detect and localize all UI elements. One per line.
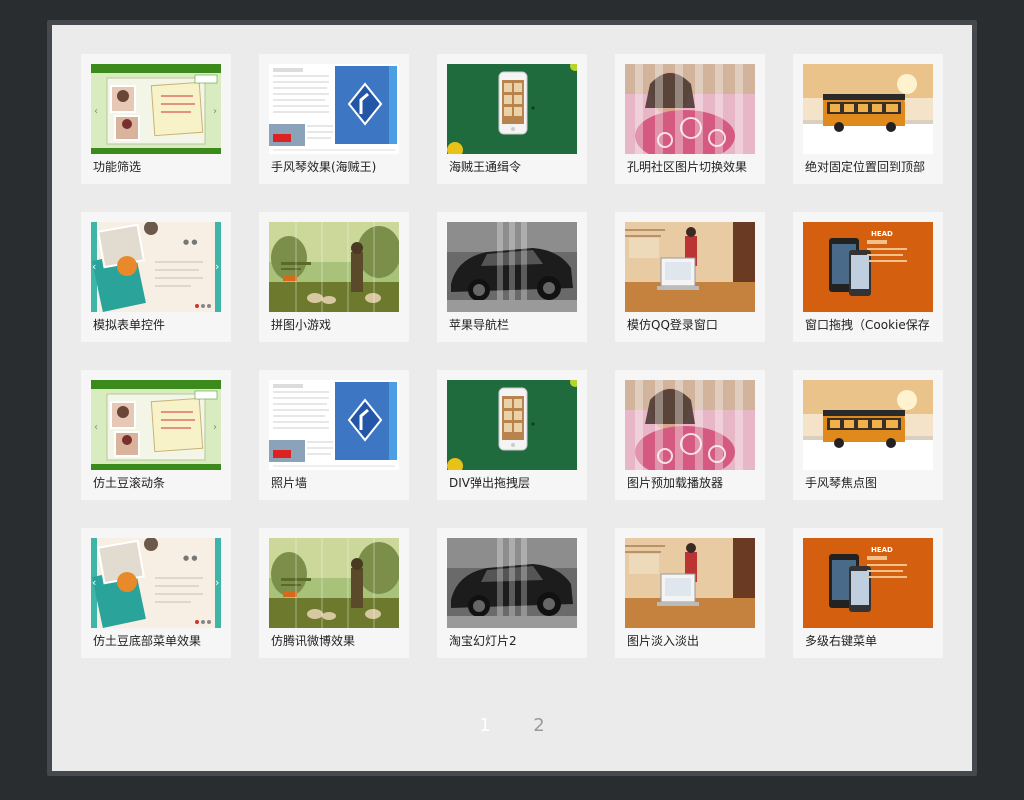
page-link-2[interactable]: 2 bbox=[512, 715, 566, 736]
thumbnail-card[interactable]: 仿腾讯微博效果 bbox=[259, 528, 409, 658]
thumbnail-image[interactable] bbox=[625, 380, 755, 470]
svg-text:‹: ‹ bbox=[94, 422, 98, 433]
svg-text:‹: ‹ bbox=[92, 576, 96, 589]
thumbnail-card[interactable]: 照片墙 bbox=[259, 370, 409, 500]
thumbnail-title[interactable]: 模仿QQ登录窗口 bbox=[627, 316, 761, 334]
thumbnail-card[interactable]: ‹ › 仿土豆滚动条 bbox=[81, 370, 231, 500]
thumbnail-image[interactable] bbox=[269, 64, 399, 154]
thumbnail-card[interactable]: DIV弹出拖拽层 bbox=[437, 370, 587, 500]
thumbnail-title[interactable]: 图片淡入淡出 bbox=[627, 632, 761, 650]
thumbnail-image[interactable] bbox=[447, 222, 577, 312]
thumbnail-title[interactable]: 图片预加载播放器 bbox=[627, 474, 761, 492]
thumbnail-card[interactable]: 手风琴效果(海贼王) bbox=[259, 54, 409, 184]
svg-text:‹: ‹ bbox=[92, 260, 96, 273]
thumbnail-title[interactable]: 功能筛选 bbox=[93, 158, 227, 176]
thumbnail-image[interactable]: ‹ › bbox=[91, 64, 221, 154]
thumbnail-image[interactable]: HEAD bbox=[803, 222, 933, 312]
thumbnail-image[interactable] bbox=[269, 380, 399, 470]
thumbnail-image[interactable] bbox=[447, 538, 577, 628]
pagination: 12 bbox=[52, 715, 972, 736]
thumbnail-title[interactable]: 手风琴效果(海贼王) bbox=[271, 158, 405, 176]
thumbnail-title[interactable]: 模拟表单控件 bbox=[93, 316, 227, 334]
thumbnail-image[interactable] bbox=[803, 64, 933, 154]
thumbnail-image[interactable] bbox=[625, 538, 755, 628]
thumbnail-card[interactable]: 拼图小游戏 bbox=[259, 212, 409, 342]
svg-text:HEAD: HEAD bbox=[871, 230, 893, 238]
svg-text:›: › bbox=[213, 422, 217, 433]
thumbnail-title[interactable]: 孔明社区图片切换效果 bbox=[627, 158, 761, 176]
thumbnail-title[interactable]: 淘宝幻灯片2 bbox=[449, 632, 583, 650]
svg-text:›: › bbox=[215, 260, 219, 273]
thumbnail-card[interactable]: 图片淡入淡出 bbox=[615, 528, 765, 658]
thumbnail-title[interactable]: 手风琴焦点图 bbox=[805, 474, 939, 492]
thumbnail-image[interactable] bbox=[447, 380, 577, 470]
svg-text:›: › bbox=[215, 576, 219, 589]
thumbnail-card[interactable]: HEAD 多级右键菜单 bbox=[793, 528, 943, 658]
svg-text:‹: ‹ bbox=[94, 106, 98, 117]
thumbnail-card[interactable]: 模仿QQ登录窗口 bbox=[615, 212, 765, 342]
thumbnail-card[interactable]: 孔明社区图片切换效果 bbox=[615, 54, 765, 184]
thumbnail-card[interactable]: 苹果导航栏 bbox=[437, 212, 587, 342]
thumbnail-image[interactable]: ● ● ‹ › bbox=[91, 222, 221, 312]
thumbnail-title[interactable]: 窗口拖拽（Cookie保存 bbox=[805, 316, 939, 334]
svg-text:● ●: ● ● bbox=[183, 238, 197, 246]
gallery-panel: ‹ › 功能筛选 手风琴效果(海贼王) 海贼王通缉令 孔明社区图片切换效果 绝对固定位置回到… bbox=[52, 25, 972, 771]
thumbnail-card[interactable]: ● ● ‹ › 仿土豆底部菜单效果 bbox=[81, 528, 231, 658]
thumbnail-title[interactable]: 仿腾讯微博效果 bbox=[271, 632, 405, 650]
thumbnail-image[interactable] bbox=[625, 64, 755, 154]
thumbnail-card[interactable]: 绝对固定位置回到顶部 bbox=[793, 54, 943, 184]
thumbnail-title[interactable]: DIV弹出拖拽层 bbox=[449, 474, 583, 492]
thumbnail-image[interactable] bbox=[269, 222, 399, 312]
thumbnail-image[interactable] bbox=[269, 538, 399, 628]
thumbnail-card[interactable]: HEAD 窗口拖拽（Cookie保存 bbox=[793, 212, 943, 342]
thumbnail-title[interactable]: 仿土豆底部菜单效果 bbox=[93, 632, 227, 650]
svg-text:● ●: ● ● bbox=[183, 554, 197, 562]
thumbnail-card[interactable]: 图片预加载播放器 bbox=[615, 370, 765, 500]
thumbnail-title[interactable]: 仿土豆滚动条 bbox=[93, 474, 227, 492]
thumbnail-title[interactable]: 绝对固定位置回到顶部 bbox=[805, 158, 939, 176]
thumbnail-card[interactable]: ● ● ‹ › 模拟表单控件 bbox=[81, 212, 231, 342]
thumbnail-title[interactable]: 苹果导航栏 bbox=[449, 316, 583, 334]
thumbnail-image[interactable] bbox=[447, 64, 577, 154]
thumbnail-card[interactable]: 手风琴焦点图 bbox=[793, 370, 943, 500]
thumbnail-title[interactable]: 拼图小游戏 bbox=[271, 316, 405, 334]
thumbnail-image[interactable] bbox=[803, 380, 933, 470]
page-link-1[interactable]: 1 bbox=[458, 715, 512, 736]
thumbnail-image[interactable]: HEAD bbox=[803, 538, 933, 628]
thumbnail-card[interactable]: 海贼王通缉令 bbox=[437, 54, 587, 184]
thumbnail-title[interactable]: 多级右键菜单 bbox=[805, 632, 939, 650]
svg-text:›: › bbox=[213, 106, 217, 117]
thumbnail-title[interactable]: 海贼王通缉令 bbox=[449, 158, 583, 176]
thumbnail-image[interactable] bbox=[625, 222, 755, 312]
thumbnail-card[interactable]: ‹ › 功能筛选 bbox=[81, 54, 231, 184]
thumbnail-card[interactable]: 淘宝幻灯片2 bbox=[437, 528, 587, 658]
svg-text:HEAD: HEAD bbox=[871, 546, 893, 554]
thumbnail-image[interactable]: ● ● ‹ › bbox=[91, 538, 221, 628]
thumbnail-image[interactable]: ‹ › bbox=[91, 380, 221, 470]
thumbnail-title[interactable]: 照片墙 bbox=[271, 474, 405, 492]
